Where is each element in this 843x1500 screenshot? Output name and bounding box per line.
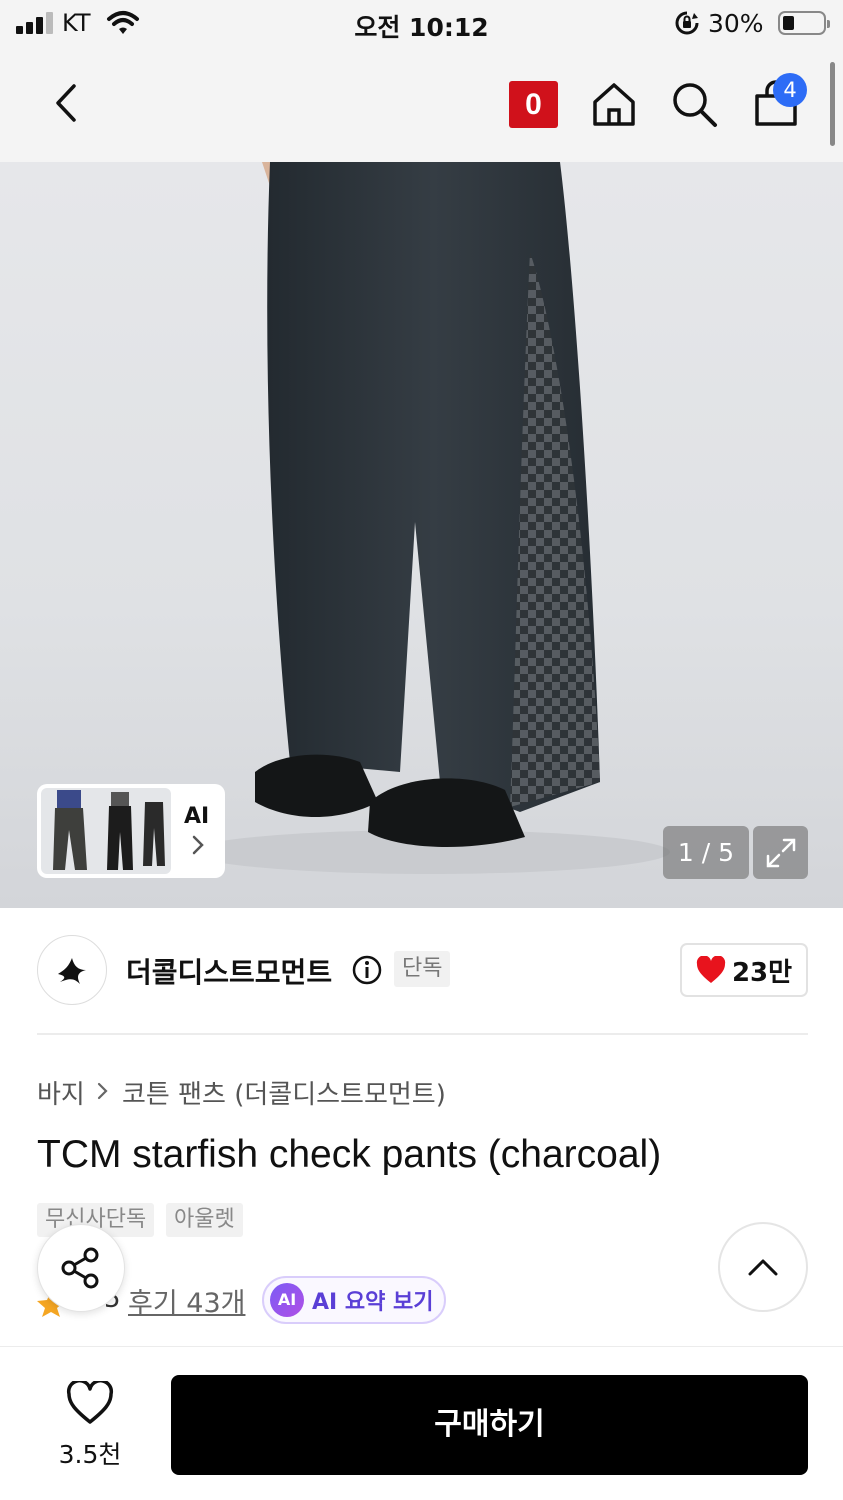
tag-outlet: 아울렛 [166, 1203, 243, 1237]
status-bar: KT 오전 10:12 30% [0, 0, 843, 48]
back-icon [56, 84, 76, 122]
review-link[interactable]: 후기 43개 [128, 1281, 245, 1320]
home-icon [593, 83, 635, 126]
expand-icon [766, 838, 795, 867]
brand-like-count: 23만 [731, 957, 793, 988]
chevron-right-icon [97, 1082, 108, 1100]
search-icon [673, 83, 717, 127]
chevron-right-icon [192, 835, 204, 855]
heart-filled-icon [696, 956, 726, 983]
brand-like-button[interactable]: 23만 [680, 943, 808, 997]
breadcrumb-subcategory[interactable]: 코튼 팬츠 (더콜디스트모먼트) [122, 1074, 446, 1111]
battery-percent: 30% [708, 9, 764, 38]
scroll-to-top-button[interactable] [718, 1222, 808, 1312]
home-button[interactable] [588, 78, 640, 130]
share-icon [61, 1247, 99, 1289]
nav-bar: 0 [0, 48, 843, 162]
ai-similar-items-card[interactable]: AI [37, 784, 225, 878]
ai-badge-icon: AI [270, 1283, 304, 1317]
search-button[interactable] [668, 78, 720, 130]
exclusive-tag: 단독 [394, 951, 451, 987]
ai-label: AI [184, 804, 210, 829]
chevron-up-icon [748, 1259, 778, 1276]
ai-summary-button[interactable]: AI AI 요약 보기 [262, 1276, 446, 1324]
divider [37, 1033, 808, 1035]
wishlist-count: 3.5천 [58, 1440, 122, 1469]
ai-summary-label: AI 요약 보기 [312, 1290, 434, 1315]
info-icon[interactable] [352, 955, 382, 985]
brand-logo-icon [58, 958, 86, 984]
rotation-lock-icon [675, 11, 699, 35]
product-title: TCM starfish check pants (charcoal) [37, 1133, 662, 1176]
musinsa-logo-button[interactable]: 0 [509, 81, 558, 128]
buy-button[interactable]: 구매하기 [171, 1375, 808, 1475]
share-button[interactable] [37, 1224, 125, 1312]
battery-icon [778, 11, 830, 35]
similar-items-thumbnail [41, 788, 171, 874]
wishlist-button[interactable]: 3.5천 [40, 1377, 140, 1469]
bottom-action-bar: 3.5천 구매하기 [0, 1346, 843, 1500]
breadcrumb-category[interactable]: 바지 [37, 1074, 85, 1111]
brand-avatar[interactable] [37, 935, 107, 1005]
image-counter: 1 / 5 [663, 826, 749, 879]
heart-outline-icon [66, 1381, 114, 1424]
product-image[interactable]: AI 1 / 5 [0, 162, 843, 908]
cart-count-badge: 4 [773, 73, 807, 107]
back-button[interactable] [44, 78, 88, 128]
fullscreen-button[interactable] [753, 826, 808, 879]
brand-name[interactable]: 더콜디스트모먼트 [126, 951, 332, 991]
scroll-indicator[interactable] [830, 62, 835, 146]
